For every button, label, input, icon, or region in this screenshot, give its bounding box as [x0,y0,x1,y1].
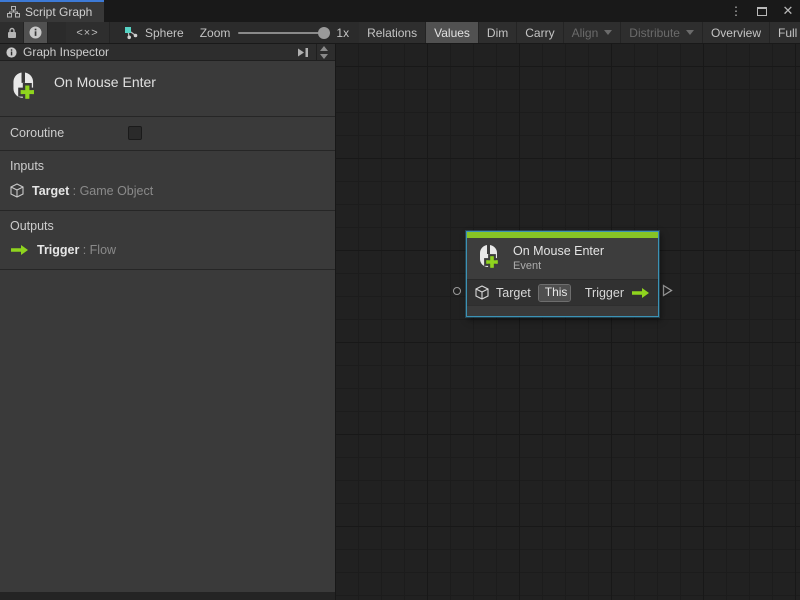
graph-toolbar: <×> Sphere Zoom 1x Relations Values Dim … [0,22,800,44]
flow-arrow-icon [631,287,650,299]
target-object-field[interactable]: This [538,284,571,302]
scroll-down-icon[interactable] [320,54,328,59]
overview-button[interactable]: Overview [703,22,770,43]
tab-label: Script Graph [25,5,92,19]
chevron-down-icon [686,30,694,35]
values-button[interactable]: Values [426,22,479,43]
event-title: On Mouse Enter [54,71,156,90]
window-controls: ⋮ ✕ [728,0,796,22]
coroutine-checkbox[interactable] [128,126,142,140]
mouse-enter-icon [10,71,40,104]
node-title: On Mouse Enter [513,244,604,258]
node-right-port[interactable] [662,284,673,297]
align-dropdown[interactable]: Align [564,22,622,43]
fullscreen-button[interactable]: Full Screen [770,22,800,43]
lock-icon [7,27,17,39]
flow-arrow-icon [10,244,29,256]
graph-reference[interactable]: Sphere [110,22,194,43]
inputs-title: Inputs [10,159,325,173]
window-close-icon[interactable]: ✕ [780,3,796,19]
info-icon [29,26,42,39]
window-maximize-icon[interactable] [754,3,770,19]
script-graph-asset-icon [124,26,139,40]
lock-button[interactable] [0,22,24,43]
dock-panel-icon[interactable] [297,47,310,58]
code-icon: <×> [76,27,98,39]
graph-hierarchy-icon [7,6,20,18]
inputs-section: Inputs Target : Game Object [0,151,335,211]
output-type: : Flow [83,243,116,257]
input-name: Target [32,184,69,198]
chevron-down-icon [604,30,612,35]
tab-bar: Script Graph ⋮ ✕ [0,0,800,22]
node-header[interactable]: On Mouse Enter Event [467,238,658,279]
game-object-cube-icon [475,285,489,300]
zoom-control: Zoom 1x [194,22,355,43]
target-value: This [539,285,571,301]
inspector-toggle-button[interactable] [24,22,48,43]
distribute-dropdown[interactable]: Distribute [621,22,703,43]
script-graph-window: Script Graph ⋮ ✕ [0,0,800,600]
input-port-label: Target [496,286,531,300]
game-object-cube-icon [10,183,24,198]
zoom-label: Zoom [200,26,231,40]
coroutine-row: Coroutine [0,117,335,151]
zoom-slider-knob[interactable] [318,27,330,39]
output-row-trigger: Trigger : Flow [10,243,325,257]
mouse-enter-icon [477,244,503,272]
panel-scroll-arrows[interactable] [316,44,331,60]
outputs-title: Outputs [10,219,325,233]
outputs-section: Outputs Trigger : Flow [0,211,335,270]
graph-inspector-panel: Graph Inspector [0,44,335,592]
panel-bottom-strip [0,592,335,600]
input-row-target: Target : Game Object [10,183,325,198]
node-left-port[interactable] [453,287,461,295]
node-port-row: Target This Trigger [467,279,658,305]
output-name: Trigger [37,243,79,257]
scroll-up-icon[interactable] [320,46,328,51]
tab-script-graph[interactable]: Script Graph [0,0,104,22]
node-subtitle: Event [513,260,604,272]
relations-button[interactable]: Relations [359,22,426,43]
input-type: : Game Object [73,184,154,198]
graph-name-label: Sphere [145,26,184,40]
info-icon [6,47,17,58]
dim-button[interactable]: Dim [479,22,517,43]
zoom-level-value: 1x [336,26,349,40]
node-footer [467,305,658,316]
inspector-header: Graph Inspector [0,44,335,61]
event-node-on-mouse-enter[interactable]: On Mouse Enter Event Target This [466,231,659,317]
carry-button[interactable]: Carry [517,22,563,43]
coroutine-label: Coroutine [10,126,128,140]
edit-script-button[interactable]: <×> [66,22,110,43]
zoom-slider[interactable] [238,32,328,34]
window-menu-icon[interactable]: ⋮ [728,3,744,19]
inspector-title: Graph Inspector [23,45,291,59]
graph-canvas[interactable]: On Mouse Enter Event Target This [335,44,800,600]
event-summary: On Mouse Enter [0,61,335,117]
output-port-label: Trigger [585,286,624,300]
